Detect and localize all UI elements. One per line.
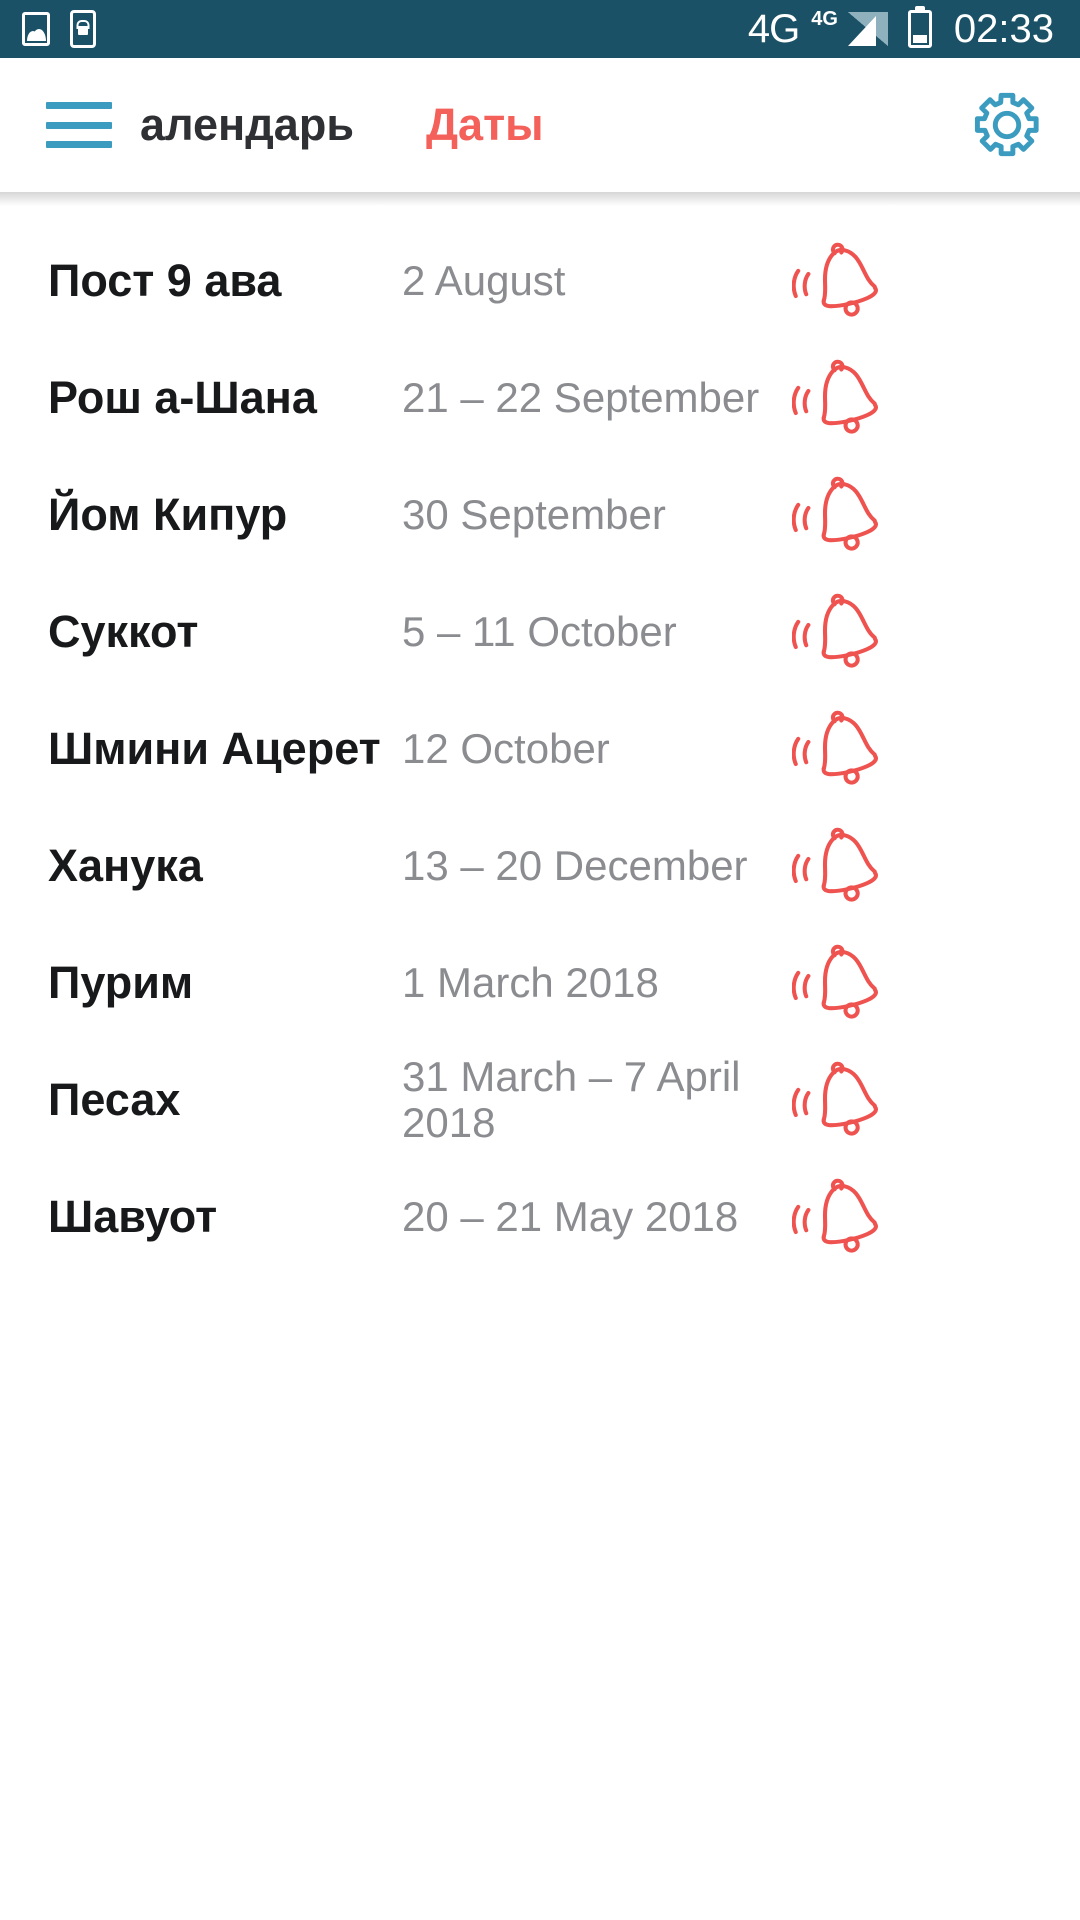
status-bar: 4G 4G 02:33 bbox=[0, 0, 1080, 58]
holiday-name-label: Йом Кипур bbox=[48, 488, 288, 540]
app-bar-shadow bbox=[0, 192, 1080, 206]
alarm-bell-icon[interactable] bbox=[788, 820, 896, 912]
table-row[interactable]: Суккот 5 – 11 October bbox=[0, 573, 1080, 690]
holiday-name-label: Рош а-Шана bbox=[48, 371, 317, 423]
table-row[interactable]: Песах 31 March – 7 April 2018 bbox=[0, 1041, 1080, 1158]
holiday-date-label: 31 March – 7 April 2018 bbox=[402, 1053, 741, 1146]
holiday-date-label: 2 August bbox=[402, 256, 566, 304]
holiday-date-label: 1 March 2018 bbox=[402, 958, 659, 1006]
holiday-date-label: 21 – 22 September bbox=[402, 373, 760, 421]
tab-bar: Календарь Даты bbox=[140, 99, 544, 151]
alarm-bell-icon[interactable] bbox=[788, 1054, 896, 1146]
alarm-bell-icon[interactable] bbox=[788, 586, 896, 678]
alarm-bell-icon[interactable] bbox=[788, 1171, 896, 1263]
table-row[interactable]: Шмини Ацерет 12 October bbox=[0, 690, 1080, 807]
holiday-name-label: Шмини Ацерет bbox=[48, 722, 381, 774]
battery-icon bbox=[907, 10, 932, 48]
image-icon bbox=[22, 12, 50, 46]
hamburger-line bbox=[46, 102, 112, 109]
table-row[interactable]: Шавуот 20 – 21 May 2018 bbox=[0, 1158, 1080, 1275]
table-row[interactable]: Пост 9 ава 2 August bbox=[0, 222, 1080, 339]
alarm-bell-icon[interactable] bbox=[788, 352, 896, 444]
clock-label: 02:33 bbox=[953, 6, 1054, 51]
holiday-dates-list: Пост 9 ава 2 August Рош а-Шана 21 – 22 Sep… bbox=[0, 206, 1080, 1275]
app-bar: Календарь Даты bbox=[0, 58, 1080, 192]
holiday-date-label: 13 – 20 December bbox=[402, 841, 748, 889]
holiday-name-label: Пурим bbox=[48, 956, 194, 1008]
alarm-bell-icon[interactable] bbox=[788, 469, 896, 561]
table-row[interactable]: Ханука 13 – 20 December bbox=[0, 807, 1080, 924]
table-row[interactable]: Йом Кипур 30 September bbox=[0, 456, 1080, 573]
holiday-date-label: 5 – 11 October bbox=[402, 607, 677, 655]
network-type-secondary-label: 4G bbox=[811, 8, 838, 30]
alarm-bell-icon[interactable] bbox=[788, 937, 896, 1029]
holiday-date-label: 20 – 21 May 2018 bbox=[402, 1192, 739, 1240]
hamburger-menu-icon[interactable] bbox=[46, 102, 112, 148]
signal-strength-icon bbox=[847, 12, 888, 46]
holiday-name-label: Суккот bbox=[48, 605, 199, 657]
alarm-bell-icon[interactable] bbox=[788, 703, 896, 795]
holiday-date-label: 30 September bbox=[402, 490, 666, 538]
holiday-name-label: Пост 9 ава bbox=[48, 254, 282, 306]
hamburger-line bbox=[46, 121, 112, 129]
gear-icon[interactable] bbox=[970, 88, 1044, 162]
status-bar-left-icons bbox=[22, 10, 96, 48]
tab-dates[interactable]: Даты bbox=[426, 99, 544, 151]
status-bar-right-icons: 4G 4G 02:33 bbox=[748, 7, 1054, 52]
alarm-bell-icon[interactable] bbox=[788, 235, 896, 327]
table-row[interactable]: Рош а-Шана 21 – 22 September bbox=[0, 339, 1080, 456]
network-type-label: 4G bbox=[747, 7, 800, 51]
hamburger-line bbox=[46, 141, 112, 148]
phone-lock-icon bbox=[70, 10, 96, 48]
holiday-name-label: Песах bbox=[48, 1073, 181, 1125]
table-row[interactable]: Пурим 1 March 2018 bbox=[0, 924, 1080, 1041]
holiday-date-label: 12 October bbox=[402, 724, 610, 772]
holiday-name-label: Ханука bbox=[48, 839, 203, 891]
holiday-name-label: Шавуот bbox=[48, 1190, 218, 1242]
tab-calendar[interactable]: Календарь bbox=[140, 99, 354, 151]
